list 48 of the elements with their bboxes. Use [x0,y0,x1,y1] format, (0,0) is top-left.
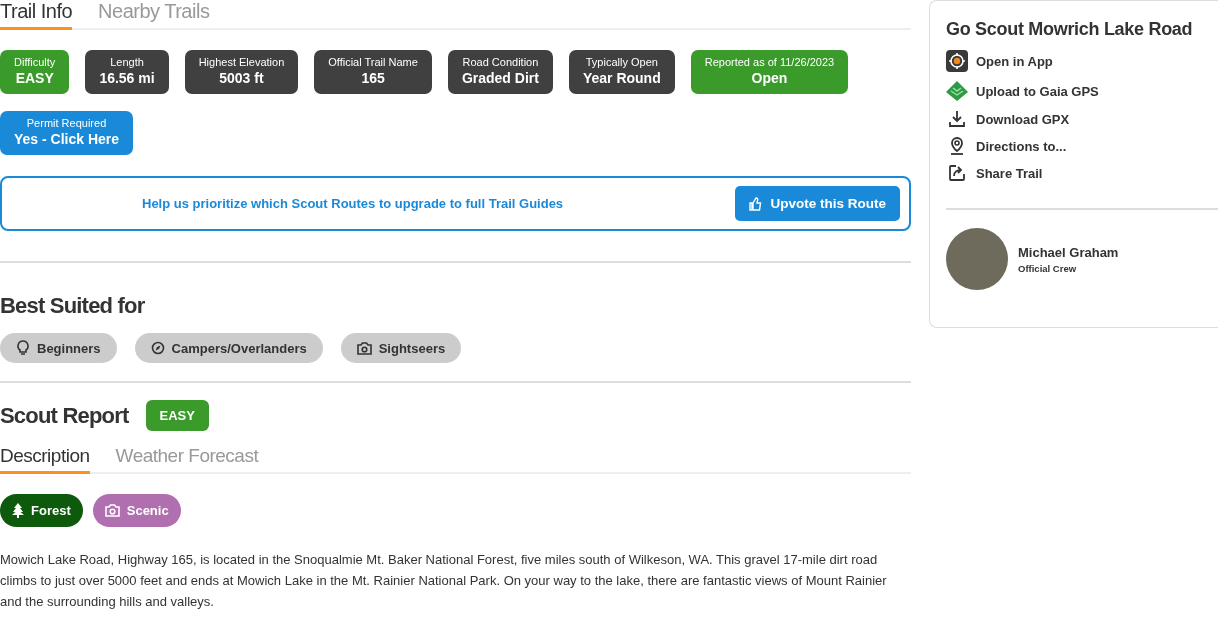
stat-label: Official Trail Name [328,56,418,68]
stat-label: Reported as of 11/26/2023 [704,56,835,68]
camera-icon [104,504,120,517]
compass-app-icon [946,50,968,72]
thumbs-up-icon [749,196,763,211]
layers-icon [946,81,968,101]
tab[interactable]: Description [0,445,90,474]
upvote-button[interactable]: Upvote this Route [735,186,900,221]
stat-value: Open [750,70,789,86]
section-heading: Scout Report [0,402,129,429]
stat-value: Graded Dirt [461,70,539,86]
audience-pill: Sightseers [340,333,462,363]
section-heading: Best Suited for [0,293,146,319]
tab[interactable]: Trail Info [0,0,73,30]
tree-icon [12,503,24,518]
description-text: Mowich Lake Road, Highway 165, is located in the Snoqualmie Mt. Baker National Forest, five miles south of Wilkeson, WA. This gravel 17-mile dirt road climbs to just over 5000 feet and ends at Mowich Lake in the Mt. Rainier National Park. On your way to the lake, there are fantastic views of Mount Rainier and the surrounding hills and valleys. [0,551,888,611]
camera-icon [356,341,372,355]
stat-value: EASY [14,70,55,86]
upvote-message: Help us prioritize which Scout Routes to upgrade to full Trail Guides [142,196,564,211]
stat-value: Yes - Click Here [14,131,120,147]
tag: Scenic [92,494,181,527]
action-link[interactable]: Open in App [946,50,1218,72]
author-name: Michael Graham [1018,244,1119,260]
stat-value: 165 [360,70,386,86]
difficulty-badge: EASY [145,400,209,431]
stat-label: Length [109,56,145,68]
download-icon [948,110,966,128]
action-link[interactable]: Share Trail [946,164,1218,182]
lightbulb-icon [16,340,30,356]
stat-value: 16.56 mi [99,70,155,86]
share-icon [948,164,966,182]
compass-icon [150,341,165,355]
audience-pill: Campers/Overlanders [134,333,323,363]
action-link[interactable]: Directions to... [946,137,1218,155]
action-link[interactable]: Upload to Gaia GPS [946,81,1218,101]
stat-label: Road Condition [461,56,539,68]
stat-value: Year Round [582,70,661,86]
stat-value: 5003 ft [218,70,265,86]
stat-label: Permit Required [25,117,108,129]
sidebar-title: Go Scout Mowrich Lake Road [946,19,1194,40]
stat-label: Difficulty [14,56,56,68]
audience-pill: Beginners [0,333,117,363]
action-link[interactable]: Download GPX [946,110,1218,128]
tag: Forest [0,494,83,527]
author-role: Official Crew [1018,262,1078,274]
stat-label: Highest Elevation [198,56,285,68]
location-pin-icon [948,137,966,155]
stat-label: Typically Open [584,56,659,68]
